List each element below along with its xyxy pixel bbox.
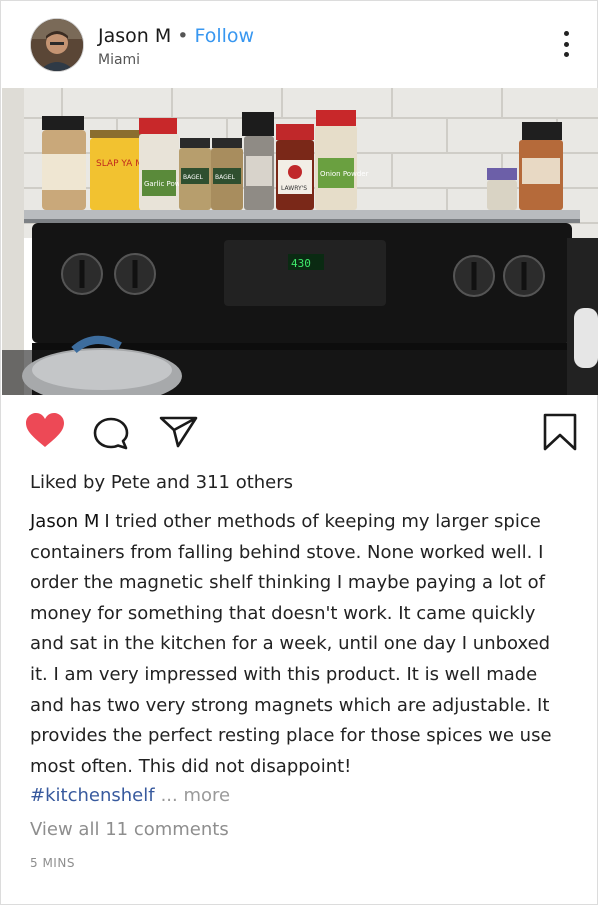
location[interactable]: Miami	[98, 52, 140, 68]
follow-button[interactable]: Follow	[194, 25, 254, 47]
bookmark-icon[interactable]	[542, 413, 578, 455]
label-brand: LAWRY'S	[281, 185, 307, 192]
post-photo[interactable]: SLAP YA MAMA Garlic Powder BAGEL BAGEL L…	[2, 88, 598, 395]
likes-others[interactable]: 311 others	[196, 472, 293, 493]
user-line: Jason M • Follow	[98, 25, 254, 47]
post-timestamp: 5 MINS	[30, 856, 75, 870]
likes-prefix: Liked by	[30, 472, 106, 493]
heart-icon[interactable]	[25, 413, 65, 453]
hashtag-line: #kitchenshelf ... more	[30, 785, 230, 806]
label-onion: Onion Powder	[320, 170, 369, 178]
likes-conjunction: and	[156, 472, 190, 493]
caption: Jason MI tried other methods of keeping …	[30, 507, 570, 782]
caption-text: I tried other methods of keeping my larg…	[30, 511, 552, 777]
separator-dot: •	[177, 25, 189, 47]
likes-line: Liked by Pete and 311 others	[30, 472, 293, 493]
post-header: Jason M • Follow Miami	[1, 1, 599, 88]
more-vertical-icon[interactable]	[554, 31, 578, 57]
send-icon[interactable]	[159, 415, 199, 453]
label-bagel-2: BAGEL	[215, 174, 236, 181]
action-bar	[1, 409, 599, 453]
comment-icon[interactable]	[93, 417, 131, 455]
view-comments-link[interactable]: View all 11 comments	[30, 819, 229, 840]
hashtag-link[interactable]: #kitchenshelf	[30, 785, 155, 806]
avatar[interactable]	[30, 18, 84, 72]
post-card: Jason M • Follow Miami SLAP YA MAMA Garl…	[0, 0, 598, 905]
oven-display: 430	[291, 257, 311, 270]
label-bagel-1: BAGEL	[183, 174, 204, 181]
username[interactable]: Jason M	[98, 25, 171, 47]
more-link[interactable]: ... more	[161, 785, 231, 806]
liker-name[interactable]: Pete	[111, 472, 150, 493]
caption-author[interactable]: Jason M	[30, 511, 99, 532]
